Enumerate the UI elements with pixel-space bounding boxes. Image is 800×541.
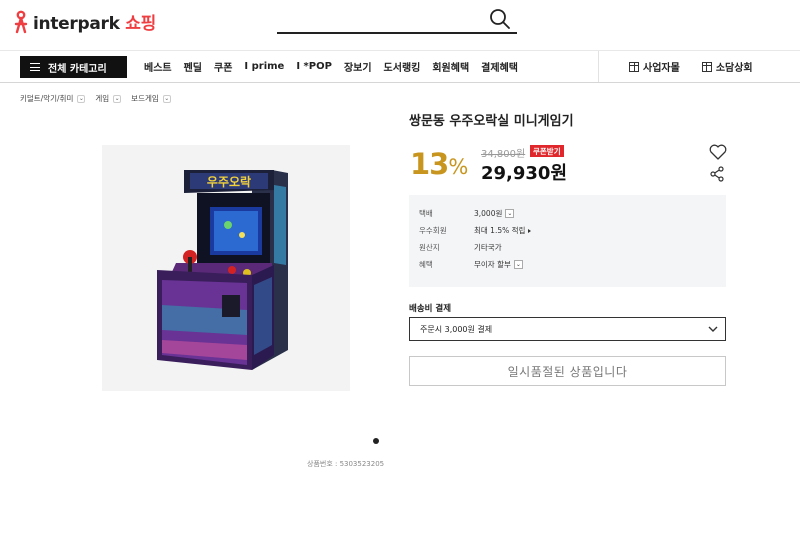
info-row-delivery: 택배 3,000원 ⌄ — [419, 208, 515, 219]
all-categories-button[interactable]: 전체 카테고리 — [20, 56, 127, 78]
nav-link-deal[interactable]: 펜딜 — [184, 59, 202, 74]
coupon-button[interactable]: 쿠폰받기 — [530, 145, 564, 157]
nav-links: 베스트 펜딜 쿠폰 I prime I *POP 장보기 도서랭킹 회원혜택 결… — [144, 51, 518, 82]
shipping-fee-label: 배송비 결제 — [409, 304, 452, 314]
sale-price: 29,930원 — [481, 163, 568, 184]
breadcrumb-item[interactable]: 게임 — [95, 93, 109, 104]
shipping-fee-selected: 주문시 3,000원 결제 — [420, 324, 493, 334]
info-label: 택배 — [419, 209, 433, 218]
original-price: 34,800원 — [481, 149, 526, 160]
sodam-link[interactable]: 소담상회 — [701, 59, 753, 74]
product-code: 상품번호 : 5303523205 — [307, 460, 385, 468]
product-image[interactable]: 우주오락 — [102, 145, 350, 391]
info-value: 3,000원 ⌄ — [474, 209, 515, 218]
business-mall-link[interactable]: 사업자몰 — [629, 59, 680, 74]
main-nav: 전체 카테고리 베스트 펜딜 쿠폰 I prime I *POP 장보기 도서랭… — [0, 50, 800, 83]
gift-icon — [629, 61, 639, 72]
delivery-info-box: 택배 3,000원 ⌄ 우수회원 최대 1.5% 적립 원산지 기타국가 혜택 무… — [409, 195, 726, 287]
chevron-down-icon — [708, 326, 718, 332]
business-mall-label: 사업자몰 — [643, 63, 680, 74]
shipping-fee-select[interactable]: 주문시 3,000원 결제 — [409, 317, 726, 341]
hamburger-icon — [30, 63, 40, 71]
info-value: 기타국가 — [474, 243, 502, 252]
discount-rate: 13% — [410, 147, 468, 181]
info-row-member: 우수회원 최대 1.5% 적립 — [419, 225, 532, 236]
chevron-down-icon[interactable]: ⌄ — [77, 94, 86, 103]
search-bar — [277, 6, 517, 34]
info-label: 우수회원 — [419, 226, 447, 235]
product-title: 쌍문동 우주오락실 미니게임기 — [409, 114, 574, 129]
chevron-down-icon[interactable]: ⌄ — [505, 209, 515, 218]
chevron-down-icon[interactable]: ⌄ — [513, 260, 523, 269]
info-label: 원산지 — [419, 243, 440, 252]
arrow-right-icon — [528, 228, 532, 233]
discount-number: 13 — [410, 147, 449, 181]
nav-right: 사업자몰 소담상회 — [598, 51, 800, 82]
sodam-label: 소담상회 — [715, 63, 753, 74]
all-categories-label: 전체 카테고리 — [48, 63, 107, 75]
arcade-machine-image: 우주오락 — [157, 170, 288, 370]
interpark-logo[interactable]: interpark 쇼핑 — [12, 9, 156, 34]
gift-icon — [701, 61, 712, 72]
breadcrumb-item[interactable]: 보드게임 — [131, 93, 159, 104]
chevron-down-icon[interactable]: ⌄ — [162, 94, 171, 103]
breadcrumb: 키덜트/악기/취미 ⌄ 게임 ⌄ 보드게임 ⌄ — [20, 93, 177, 104]
discount-unit: % — [448, 155, 468, 179]
nav-link-best[interactable]: 베스트 — [144, 59, 172, 74]
info-value: 무이자 할부 ⌄ — [474, 260, 523, 269]
breadcrumb-item[interactable]: 키덜트/악기/취미 — [20, 93, 73, 104]
nav-link-prime[interactable]: I prime — [244, 61, 284, 72]
chevron-down-icon[interactable]: ⌄ — [113, 94, 122, 103]
search-icon[interactable] — [489, 8, 511, 30]
info-label: 혜택 — [419, 260, 433, 269]
nav-link-payment-benefits[interactable]: 결제혜택 — [481, 59, 518, 74]
logo-wordmark: interpark 쇼핑 — [33, 14, 156, 34]
heart-icon[interactable] — [709, 144, 727, 160]
nav-link-coupon[interactable]: 쿠폰 — [214, 59, 232, 74]
nav-link-pop[interactable]: I *POP — [296, 61, 332, 72]
search-input[interactable] — [277, 6, 487, 32]
info-value[interactable]: 최대 1.5% 적립 — [474, 225, 532, 236]
interpark-logo-icon — [14, 10, 28, 33]
soldout-button: 일시품절된 상품입니다 — [409, 356, 726, 386]
carousel-dot[interactable] — [373, 438, 379, 444]
nav-link-book-ranking[interactable]: 도서랭킹 — [384, 59, 421, 74]
svg-text:우주오락: 우주오락 — [207, 175, 251, 189]
site-header: interpark 쇼핑 — [0, 0, 800, 50]
info-row-benefit: 혜택 무이자 할부 ⌄ — [419, 259, 523, 270]
nav-link-member-benefits[interactable]: 회원혜택 — [432, 59, 469, 74]
nav-link-grocery[interactable]: 장보기 — [344, 59, 372, 74]
info-row-origin: 원산지 기타국가 — [419, 242, 502, 253]
share-icon[interactable] — [709, 166, 725, 182]
